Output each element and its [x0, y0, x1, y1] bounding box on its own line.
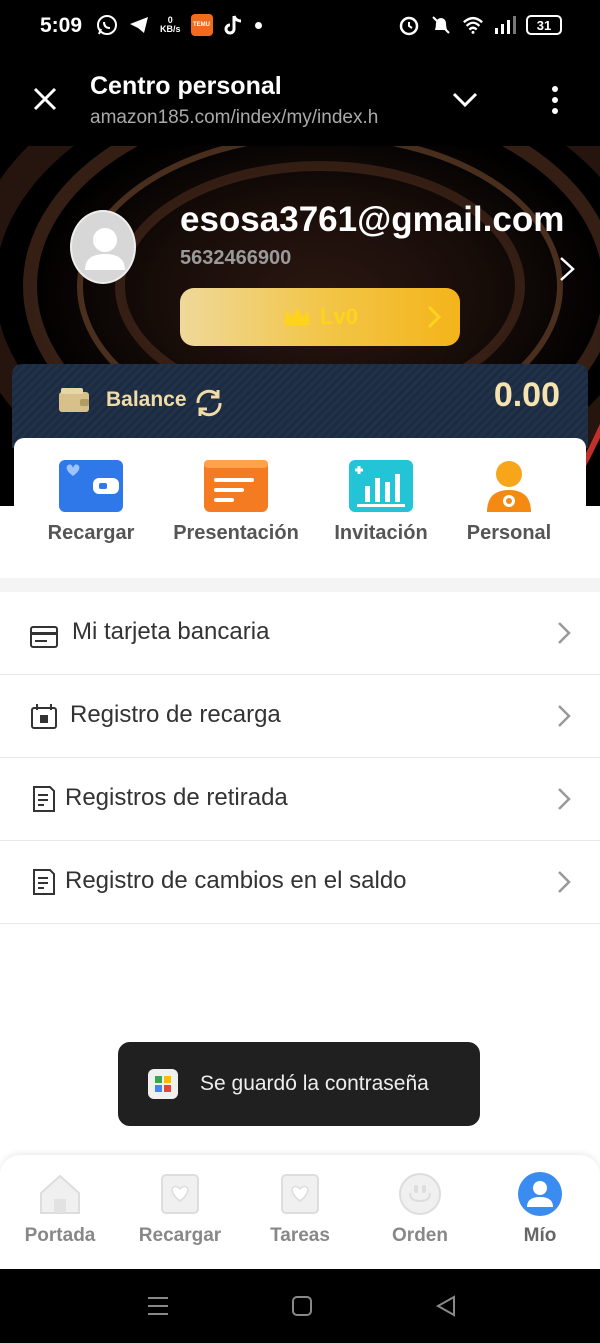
withdraw-record-icon: [33, 786, 55, 812]
menu-item-label: Registros de retirada: [65, 784, 288, 811]
status-icons-left: 0 KB/s TEMU: [96, 14, 262, 36]
balance-label: Balance: [106, 388, 187, 411]
net-speed: 0 KB/s: [160, 16, 181, 34]
level-label: Lv0: [320, 304, 358, 329]
status-icons-right: 31: [398, 14, 562, 36]
avatar[interactable]: [70, 210, 136, 284]
status-bar: 5:09 0 KB/s TEMU 31: [0, 0, 600, 54]
nav-orden[interactable]: Orden: [360, 1171, 480, 1247]
wallet-card-icon: [59, 460, 123, 512]
wallet-icon: [59, 388, 89, 412]
action-label: Recargar: [47, 522, 135, 544]
document-icon: [204, 460, 268, 512]
nav-label: Mío: [523, 1225, 557, 1246]
system-navigation: [0, 1269, 600, 1343]
menu-list: Mi tarjeta bancaria Registro de recarga …: [0, 592, 600, 924]
mute-icon: [430, 14, 452, 36]
back-icon[interactable]: [434, 1295, 458, 1317]
password-manager-icon: [148, 1069, 178, 1099]
menu-item-label: Mi tarjeta bancaria: [72, 618, 270, 645]
crown-icon: [284, 308, 311, 325]
order-icon: [399, 1173, 441, 1215]
net-speed-unit: KB/s: [160, 24, 181, 34]
bottom-nav: Portada Recargar Tareas Orden Mío: [0, 1155, 600, 1269]
menu-item-bank-card[interactable]: Mi tarjeta bancaria: [0, 592, 600, 675]
temu-icon: TEMU: [190, 14, 213, 36]
level-button[interactable]: Lv0: [180, 288, 460, 346]
recharge-record-icon: [31, 704, 57, 729]
nav-label: Recargar: [138, 1225, 222, 1246]
action-label: Invitación: [334, 522, 428, 544]
balance-record-icon: [33, 869, 55, 895]
refresh-icon[interactable]: [192, 386, 226, 420]
tiktok-icon: [223, 14, 245, 36]
section-divider: [0, 578, 600, 592]
toast: Se guardó la contraseña: [118, 1042, 480, 1126]
status-time: 5:09: [40, 14, 83, 37]
quick-actions: Recargar Presentación Invitación Persona…: [14, 438, 586, 578]
action-label: Personal: [466, 522, 552, 544]
tasks-icon: [281, 1174, 319, 1214]
nav-recargar[interactable]: Recargar: [120, 1171, 240, 1247]
menu-item-label: Registro de recarga: [70, 701, 281, 728]
user-id: 5632466900: [180, 247, 292, 269]
telegram-icon: [128, 14, 150, 36]
nav-portada[interactable]: Portada: [0, 1171, 120, 1247]
page-title: Centro personal: [90, 72, 282, 100]
menu-item-balance-record[interactable]: Registro de cambios en el saldo: [0, 841, 600, 924]
action-recargar[interactable]: Recargar: [16, 460, 166, 545]
nav-tareas[interactable]: Tareas: [240, 1171, 360, 1247]
close-icon[interactable]: [30, 84, 60, 114]
battery-icon: 31: [526, 15, 562, 35]
toast-text: Se guardó la contraseña: [200, 1072, 429, 1095]
alarm-icon: [398, 14, 420, 36]
home-icon: [40, 1174, 80, 1214]
chevron-down-icon[interactable]: [450, 88, 480, 112]
recharge-icon: [161, 1174, 199, 1214]
signal-icon: [494, 14, 516, 36]
menu-item-withdraw-record[interactable]: Registros de retirada: [0, 758, 600, 841]
notification-dot-icon: [254, 21, 262, 29]
whatsapp-icon: [96, 14, 118, 36]
chevron-right-icon: [558, 788, 571, 810]
menu-item-recharge-record[interactable]: Registro de recarga: [0, 675, 600, 758]
chevron-right-icon: [558, 705, 571, 727]
action-label: Presentación: [173, 522, 299, 544]
balance-value: 0.00: [493, 376, 560, 414]
action-presentacion[interactable]: Presentación: [161, 460, 311, 545]
page-url: amazon185.com/index/my/index.h: [90, 107, 379, 128]
balance-strip: Balance 0.00: [12, 364, 588, 448]
person-gear-icon: [487, 461, 531, 512]
user-email: esosa3761@gmail.com: [180, 200, 565, 239]
chevron-right-icon: [558, 622, 571, 644]
wifi-icon: [462, 14, 484, 36]
more-options-icon[interactable]: [545, 84, 565, 116]
chart-icon: [349, 460, 413, 512]
nav-label: Portada: [24, 1225, 96, 1246]
home-button-icon[interactable]: [290, 1295, 314, 1317]
nav-label: Tareas: [270, 1225, 330, 1246]
chevron-right-icon[interactable]: [556, 254, 578, 284]
bank-card-icon: [30, 626, 58, 648]
nav-label: Orden: [392, 1225, 448, 1246]
chevron-right-icon: [558, 871, 571, 893]
action-personal[interactable]: Personal: [434, 460, 584, 545]
browser-bar: Centro personal amazon185.com/index/my/i…: [0, 54, 600, 146]
nav-mio[interactable]: Mío: [480, 1171, 600, 1247]
menu-icon[interactable]: [146, 1295, 170, 1317]
menu-item-label: Registro de cambios en el saldo: [65, 867, 407, 894]
chevron-right-icon: [427, 305, 442, 329]
profile-icon: [518, 1172, 562, 1216]
